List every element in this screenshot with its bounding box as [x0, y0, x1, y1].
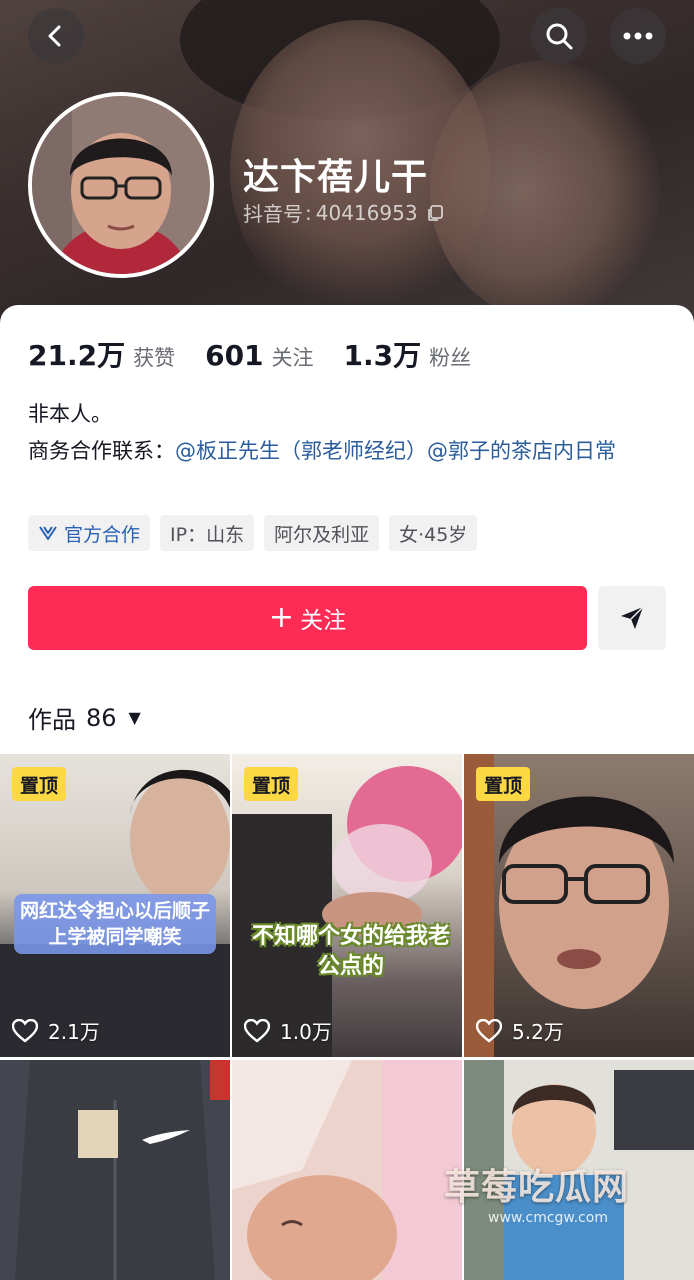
more-button[interactable] [610, 8, 666, 64]
share-icon [621, 606, 644, 629]
followers-count[interactable]: 1.3万 [344, 334, 422, 374]
video-likes: 1.0万 [244, 1016, 332, 1045]
video-likes: 5.2万 [476, 1016, 564, 1045]
video-likes: 2.1万 [12, 1016, 100, 1045]
follow-label: 关注 [300, 608, 347, 634]
pinned-badge: 置顶 [12, 767, 67, 801]
profile-name: 达卞蓓儿干 [243, 157, 429, 198]
video-thumbnail[interactable] [0, 1060, 230, 1280]
search-button[interactable] [531, 8, 587, 64]
video-caption: 网红达令担心以后顺子上学被同学嘲笑 [14, 894, 216, 954]
video-thumbnail[interactable] [232, 1060, 462, 1280]
douyin-id[interactable]: 抖音号 : 40416953 [243, 198, 444, 227]
video-likes-count: 2.1万 [48, 1020, 100, 1044]
bio-contact-prefix: 商务合作联系： [28, 439, 175, 463]
following-count[interactable]: 601 [205, 339, 263, 372]
video-caption: 不知哪个女的给我老公点的 [251, 924, 450, 979]
bio-contact: 商务合作联系：@板正先生（郭老师经纪）@郭子的茶店内日常 [28, 433, 668, 470]
official-icon [39, 526, 57, 540]
likes-label: 获赞 [133, 346, 176, 370]
video-thumbnail[interactable]: 置顶 网红达令担心以后顺子上学被同学嘲笑 2.1万 [0, 754, 230, 1057]
douyin-id-separator: : [305, 200, 312, 225]
pinned-badge: 置顶 [244, 767, 299, 801]
follow-button[interactable]: + 关注 [28, 586, 587, 650]
followers-label[interactable]: 粉丝 [429, 342, 471, 372]
heart-icon [244, 1018, 270, 1043]
dropdown-icon: ▼ [128, 708, 141, 727]
back-icon [48, 25, 61, 47]
douyin-id-label: 抖音号 [243, 202, 303, 226]
likes-count: 21.2万 [28, 339, 126, 372]
video-thumbnail[interactable]: 置顶 5.2万 [464, 754, 694, 1057]
video-likes-count: 1.0万 [280, 1020, 332, 1044]
plus-icon: + [268, 600, 295, 635]
back-button[interactable] [28, 8, 84, 64]
works-label: 作品 [28, 706, 76, 734]
avatar[interactable] [28, 92, 214, 278]
works-tab[interactable]: 作品 86 ▼ [28, 700, 141, 735]
video-likes-count: 5.2万 [512, 1020, 564, 1044]
mention-link-agent[interactable]: @板正先生（郭老师经纪） [175, 439, 427, 463]
pinned-badge: 置顶 [476, 767, 531, 801]
country-tag: 阿尔及利亚 [264, 515, 380, 551]
profile-tags: 官方合作 IP：山东 阿尔及利亚 女·45岁 [28, 515, 487, 551]
following-label[interactable]: 关注 [272, 342, 314, 372]
watermark-url: www.cmcgw.com [488, 1210, 608, 1226]
official-cooperation-label: 官方合作 [64, 523, 141, 546]
profile-bio: 非本人。 商务合作联系：@板正先生（郭老师经纪）@郭子的茶店内日常 [28, 396, 668, 470]
gender-age-tag: 女·45岁 [389, 515, 478, 551]
bio-line: 非本人。 [28, 402, 112, 426]
profile-stats: 21.2万 获赞 601 关注 1.3万 粉丝 [28, 334, 501, 374]
heart-icon [12, 1018, 38, 1043]
ip-location-tag: IP：山东 [160, 515, 255, 551]
heart-icon [476, 1018, 502, 1043]
works-count: 86 [86, 703, 117, 732]
official-cooperation-tag[interactable]: 官方合作 [28, 515, 151, 551]
watermark-text: 草莓吃瓜网 [444, 1167, 630, 1208]
more-icon [623, 32, 653, 40]
mention-link-tea-shop[interactable]: @郭子的茶店内日常 [427, 439, 616, 463]
share-button[interactable] [598, 586, 666, 650]
video-thumbnail[interactable]: 置顶 不知哪个女的给我老公点的 1.0万 [232, 754, 462, 1057]
douyin-id-value: 40416953 [315, 200, 418, 225]
search-icon [546, 23, 573, 50]
copy-icon[interactable] [426, 204, 444, 222]
